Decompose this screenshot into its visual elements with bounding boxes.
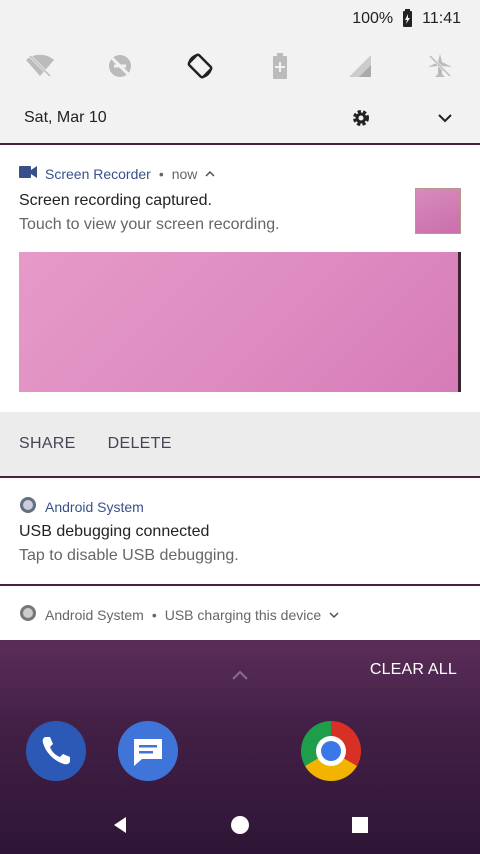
app-name: Screen Recorder (45, 165, 151, 182)
notification-header: Android System • USB charging this devic… (19, 604, 339, 625)
notification-text: Tap to disable USB debugging. (19, 547, 239, 564)
share-button[interactable]: SHARE (19, 435, 76, 453)
notification-usb-debugging[interactable]: Android System USB debugging connected T… (0, 478, 480, 584)
notification-title: USB debugging connected (19, 523, 210, 540)
dnd-off-icon[interactable] (102, 48, 138, 84)
separator-dot: • (158, 165, 164, 182)
notification-summary: USB charging this device (164, 606, 322, 623)
battery-saver-icon[interactable] (262, 48, 298, 84)
notification-text: Touch to view your screen recording. (19, 216, 280, 233)
notification-header: Screen Recorder • now (19, 165, 215, 182)
airplane-mode-icon[interactable] (422, 48, 458, 84)
notification-title: Screen recording captured. (19, 192, 212, 209)
auto-rotate-icon[interactable] (182, 48, 218, 84)
messages-app-icon[interactable] (118, 721, 178, 781)
battery-charging-icon (403, 9, 413, 27)
recording-preview-image[interactable] (19, 252, 461, 392)
home-icon[interactable] (220, 805, 260, 845)
recents-icon[interactable] (340, 805, 380, 845)
video-camera-icon (19, 165, 37, 182)
android-system-icon (19, 496, 37, 517)
settings-gear-icon[interactable] (350, 107, 372, 129)
app-name: Android System (45, 498, 144, 515)
chrome-app-icon[interactable] (301, 721, 361, 781)
delete-button[interactable]: DELETE (108, 435, 172, 453)
date-row: Sat, Mar 10 (0, 100, 480, 136)
clear-all-button[interactable]: CLEAR ALL (370, 661, 457, 679)
status-bar: 100% 11:41 (352, 9, 461, 28)
chrome-icon-core (321, 741, 341, 761)
separator-dot: • (151, 606, 157, 623)
app-drawer-up-icon[interactable] (230, 668, 250, 686)
wifi-off-icon[interactable] (22, 48, 58, 84)
notification-actions: SHARE DELETE (0, 412, 480, 476)
android-system-icon (19, 604, 37, 625)
app-name: Android System (45, 606, 144, 623)
battery-level: 100% (352, 10, 394, 27)
notification-usb-charging[interactable]: Android System • USB charging this devic… (0, 586, 480, 640)
expand-chevron-icon[interactable] (434, 107, 456, 129)
date-label: Sat, Mar 10 (24, 109, 107, 126)
expand-chevron-icon[interactable] (329, 607, 339, 623)
clock: 11:41 (422, 10, 461, 27)
back-icon[interactable] (100, 805, 140, 845)
cellular-signal-icon[interactable] (342, 48, 378, 84)
recording-thumbnail (415, 188, 461, 234)
navigation-bar (0, 796, 480, 854)
phone-app-icon[interactable] (26, 721, 86, 781)
notification-screen-recorder[interactable]: Screen Recorder • now Screen recording c… (0, 145, 480, 412)
collapse-chevron-icon[interactable] (205, 166, 215, 182)
quick-settings-shade: 100% 11:41 Sat, Mar 10 (0, 0, 480, 143)
notification-header: Android System (19, 496, 144, 517)
notification-time: now (171, 165, 198, 182)
quick-settings-row (0, 44, 480, 88)
